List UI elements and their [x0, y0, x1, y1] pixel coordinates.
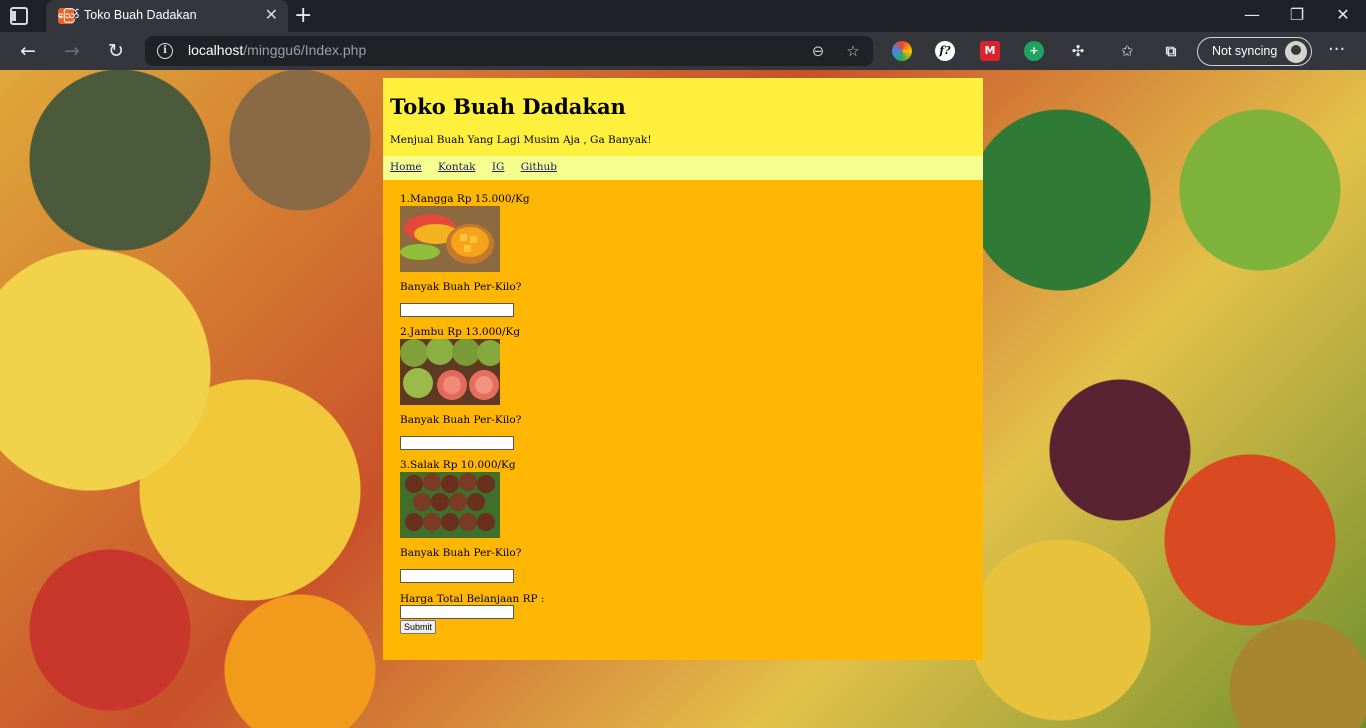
xampp-favicon-icon: ဪ: [58, 8, 79, 24]
minimize-icon[interactable]: —: [1242, 6, 1262, 24]
page-subtitle: Menjual Buah Yang Lagi Musim Aja , Ga Ba…: [390, 134, 652, 146]
fruit-item-mangga: 1.Mangga Rp 15.000/Kg Banyak Buah Per-Ki…: [400, 193, 966, 317]
profile-sync-button[interactable]: Not syncing: [1197, 37, 1312, 66]
fruit-item-salak: 3.Salak Rp 10.000/Kg Banyak Buah Per-Kil…: [400, 459, 966, 583]
submit-button[interactable]: Submit: [400, 620, 437, 634]
nav-link-github[interactable]: Github: [521, 161, 557, 173]
nav-link-ig[interactable]: IG: [492, 161, 505, 173]
close-tab-icon[interactable]: ✕: [265, 6, 278, 24]
salak-quantity-input[interactable]: [400, 569, 514, 583]
reload-icon[interactable]: ↻: [105, 40, 127, 62]
color-extension-icon[interactable]: [892, 41, 912, 61]
green-plus-extension-icon[interactable]: +: [1024, 41, 1044, 61]
quantity-label: Banyak Buah Per-Kilo?: [400, 281, 522, 293]
tab-actions-icon[interactable]: [10, 7, 28, 25]
sync-label: Not syncing: [1212, 44, 1278, 58]
nav-link-home[interactable]: Home: [390, 161, 422, 173]
mangga-quantity-input[interactable]: [400, 303, 514, 317]
nav-link-kontak[interactable]: Kontak: [438, 161, 476, 173]
close-window-icon[interactable]: ✕: [1333, 6, 1353, 24]
fruit-label: 3.Salak Rp 10.000/Kg: [400, 459, 516, 471]
address-bar[interactable]: i localhost/minggu6/Index.php ⊖ ☆: [145, 36, 873, 66]
page-title: Toko Buah Dadakan: [390, 94, 626, 119]
total-label: Harga Total Belanjaan RP :: [400, 593, 545, 605]
site-info-icon[interactable]: i: [157, 43, 173, 59]
fruit-label: 1.Mangga Rp 15.000/Kg: [400, 193, 530, 205]
back-icon[interactable]: ←: [17, 40, 39, 62]
total-price-input[interactable]: [400, 605, 514, 619]
guava-image: [400, 339, 500, 405]
page-background-fruits-image: Toko Buah Dadakan Menjual Buah Yang Lagi…: [0, 70, 1366, 728]
quantity-label: Banyak Buah Per-Kilo?: [400, 414, 522, 426]
browser-tab[interactable]: ဪ Toko Buah Dadakan ✕: [46, 0, 288, 32]
restore-icon[interactable]: ❐: [1287, 6, 1307, 24]
extensions-icon[interactable]: ✣: [1068, 41, 1088, 61]
tab-strip: ဪ Toko Buah Dadakan ✕ + — ❐ ✕: [0, 0, 1366, 32]
more-options-icon[interactable]: ···: [1328, 40, 1345, 60]
fruit-item-jambu: 2.Jambu Rp 13.000/Kg Banyak Buah Per-Kil…: [400, 326, 966, 450]
collections-icon[interactable]: ⧉: [1161, 41, 1181, 61]
avatar: [1285, 41, 1307, 63]
new-tab-icon[interactable]: +: [294, 4, 312, 28]
forward-icon[interactable]: →: [61, 40, 83, 62]
zoom-icon[interactable]: ⊖: [808, 41, 828, 61]
order-form: 1.Mangga Rp 15.000/Kg Banyak Buah Per-Ki…: [383, 180, 983, 647]
page-container: Toko Buah Dadakan Menjual Buah Yang Lagi…: [383, 78, 983, 660]
red-extension-icon[interactable]: M: [980, 41, 1000, 61]
page-header: Toko Buah Dadakan Menjual Buah Yang Lagi…: [383, 78, 983, 156]
tab-title: Toko Buah Dadakan: [84, 8, 197, 22]
url-text[interactable]: localhost/minggu6/Index.php: [188, 42, 366, 58]
mango-image: [400, 206, 500, 272]
quantity-label: Banyak Buah Per-Kilo?: [400, 547, 522, 559]
salak-image: [400, 472, 500, 538]
nav-menu: Home Kontak IG Github: [383, 156, 983, 180]
formula-extension-icon[interactable]: f?: [935, 41, 955, 61]
add-favorite-icon[interactable]: ☆: [843, 41, 863, 61]
favorites-icon[interactable]: ✩: [1117, 41, 1137, 61]
fruit-label: 2.Jambu Rp 13.000/Kg: [400, 326, 521, 338]
jambu-quantity-input[interactable]: [400, 436, 514, 450]
